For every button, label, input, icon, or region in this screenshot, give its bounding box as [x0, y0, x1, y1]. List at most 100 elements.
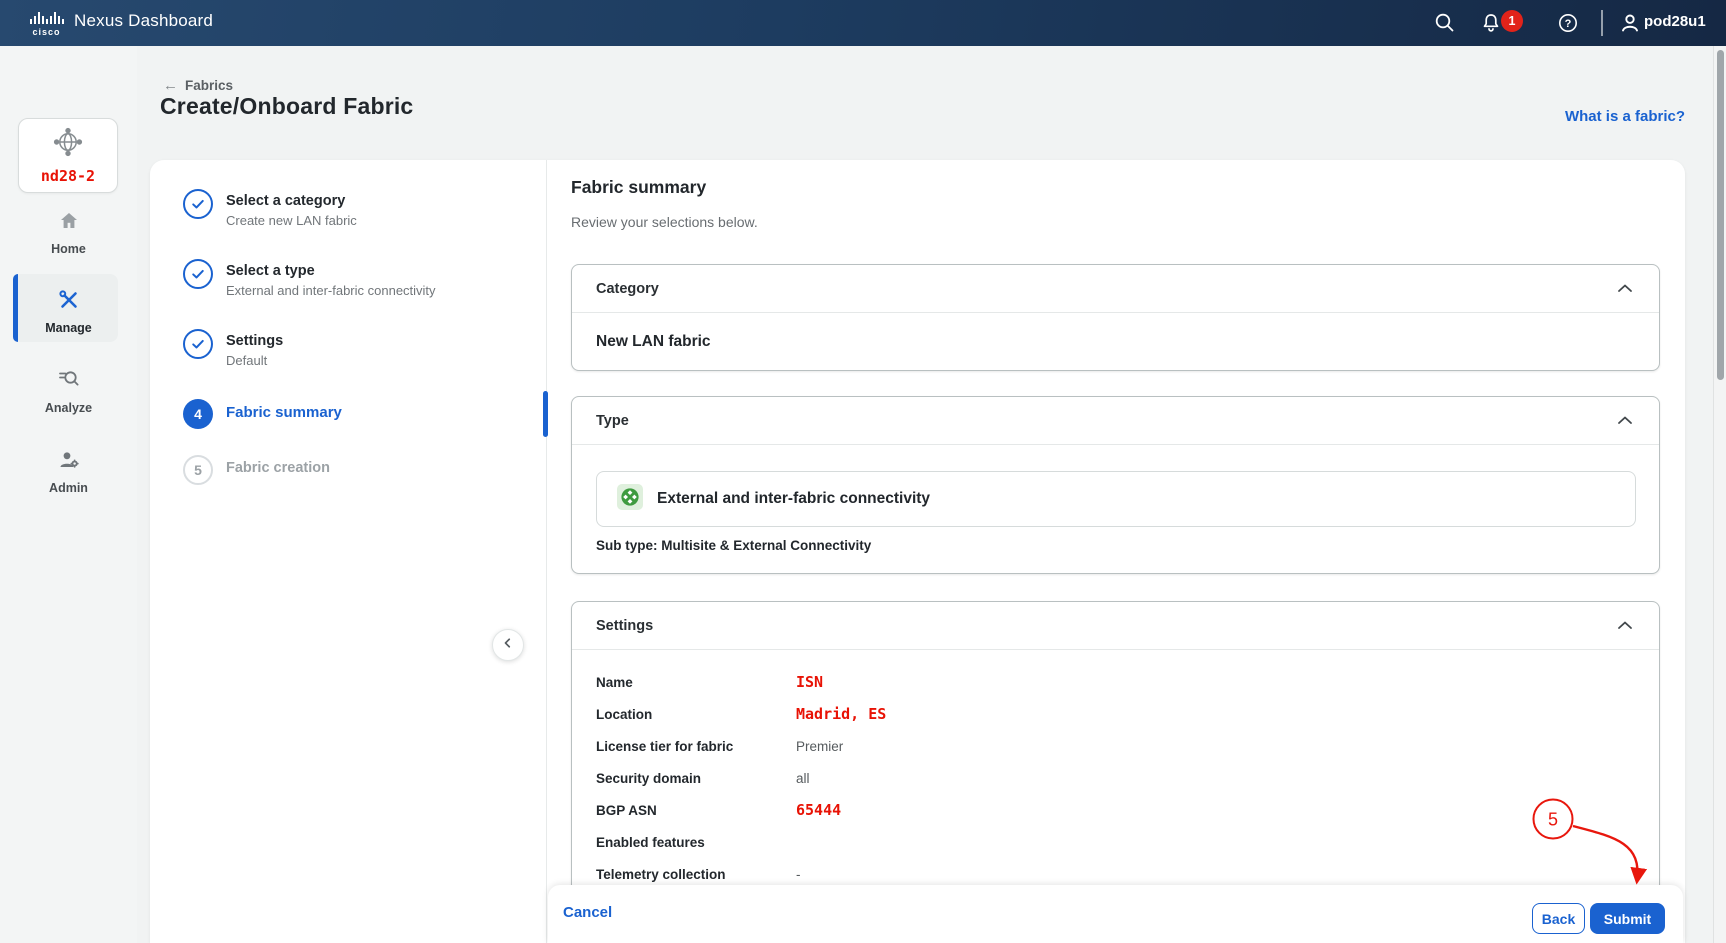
settings-row-bgp-asn: BGP ASN 65444: [596, 794, 1635, 826]
wizard-step-fabric-creation[interactable]: 5 Fabric creation: [183, 455, 330, 485]
cluster-name: nd28-2: [41, 167, 95, 185]
step-number-badge: 5: [183, 455, 213, 485]
setting-label: License tier for fabric: [596, 739, 796, 754]
sidebar-item-analyze[interactable]: Analyze: [0, 368, 137, 415]
sidebar-item-admin[interactable]: Admin: [0, 448, 137, 495]
step-subtitle: Create new LAN fabric: [226, 213, 357, 228]
category-card-title: Category: [596, 281, 659, 297]
admin-icon: [57, 448, 81, 477]
setting-value: ISN: [796, 673, 823, 691]
breadcrumb[interactable]: ← Fabrics: [163, 77, 233, 94]
category-card-header[interactable]: Category: [572, 265, 1659, 313]
settings-row-location: Location Madrid, ES: [596, 698, 1635, 730]
sidebar-item-label: Home: [51, 242, 86, 256]
analyze-icon: [57, 368, 81, 397]
setting-label: BGP ASN: [596, 803, 796, 818]
svg-text:cisco: cisco: [32, 27, 60, 37]
sidebar-item-label: Manage: [45, 321, 92, 335]
subtype-label: Sub type: Multisite & External Connectiv…: [596, 538, 871, 553]
type-card: Type External: [571, 396, 1660, 574]
setting-value: Premier: [796, 739, 843, 754]
wizard-step-select-type[interactable]: Select a type External and inter-fabric …: [183, 259, 436, 298]
username-label[interactable]: pod28u1: [1644, 13, 1706, 30]
app-title: Nexus Dashboard: [74, 11, 213, 31]
what-is-a-fabric-link[interactable]: What is a fabric?: [1565, 108, 1685, 125]
cancel-link[interactable]: Cancel: [563, 904, 612, 921]
settings-card-title: Settings: [596, 618, 653, 634]
fabric-type-icon: [617, 484, 643, 515]
scrollbar-track[interactable]: [1713, 46, 1726, 943]
notifications-bell-icon[interactable]: [1479, 11, 1503, 35]
step-title: Fabric creation: [226, 455, 330, 476]
cluster-icon: [52, 126, 84, 163]
wizard-step-select-category[interactable]: Select a category Create new LAN fabric: [183, 189, 357, 228]
manage-tools-icon: [57, 288, 81, 317]
panel-divider: [546, 160, 547, 943]
summary-heading: Fabric summary: [571, 177, 706, 198]
settings-rows: Name ISN Location Madrid, ES License tie…: [596, 666, 1635, 890]
category-card: Category New LAN fabric: [571, 264, 1660, 371]
chevron-left-icon: [498, 633, 518, 658]
step-subtitle: External and inter-fabric connectivity: [226, 283, 436, 298]
collapse-steps-button[interactable]: [492, 629, 524, 661]
chevron-up-icon[interactable]: [1615, 282, 1635, 296]
type-card-header[interactable]: Type: [572, 397, 1659, 445]
step-number-badge: 4: [183, 399, 213, 429]
check-icon: [183, 259, 213, 289]
sidebar-item-label: Admin: [49, 481, 88, 495]
home-icon: [57, 209, 81, 238]
settings-row-license-tier: License tier for fabric Premier: [596, 730, 1635, 762]
setting-label: Location: [596, 707, 796, 722]
top-header: cisco Nexus Dashboard 1 ?: [0, 0, 1726, 46]
left-nav-rail: nd28-2 Home Manage: [0, 46, 137, 943]
setting-value: -: [796, 867, 801, 882]
notification-badge[interactable]: 1: [1501, 10, 1523, 32]
active-step-indicator: [543, 391, 548, 437]
scrollbar-thumb[interactable]: [1717, 50, 1724, 380]
step-title: Select a category: [226, 189, 357, 209]
nexus-dashboard-app: cisco Nexus Dashboard 1 ?: [0, 0, 1726, 943]
wizard-step-fabric-summary[interactable]: 4 Fabric summary: [183, 399, 342, 429]
svg-text:?: ?: [1565, 18, 1572, 30]
setting-value: Madrid, ES: [796, 705, 886, 723]
cisco-logo-icon: cisco: [27, 9, 67, 42]
submit-button[interactable]: Submit: [1590, 903, 1665, 934]
setting-value: 65444: [796, 801, 841, 819]
type-card-title: Type: [596, 413, 629, 429]
user-icon[interactable]: [1618, 11, 1642, 35]
chevron-up-icon[interactable]: [1615, 619, 1635, 633]
page-title: Create/Onboard Fabric: [160, 93, 413, 120]
breadcrumb-label[interactable]: Fabrics: [185, 78, 233, 93]
step-title: Settings: [226, 329, 283, 349]
check-icon: [183, 329, 213, 359]
chevron-up-icon[interactable]: [1615, 414, 1635, 428]
settings-row-name: Name ISN: [596, 666, 1635, 698]
settings-row-security-domain: Security domain all: [596, 762, 1635, 794]
header-divider: [1601, 10, 1603, 36]
category-value: New LAN fabric: [572, 313, 1659, 371]
step-title: Fabric summary: [226, 399, 342, 421]
sidebar-item-manage[interactable]: Manage: [0, 288, 137, 335]
setting-label: Name: [596, 675, 796, 690]
setting-value: all: [796, 771, 810, 786]
search-icon[interactable]: [1433, 11, 1457, 35]
sidebar-item-home[interactable]: Home: [0, 209, 137, 256]
settings-card-header[interactable]: Settings: [572, 602, 1659, 650]
wizard-step-settings[interactable]: Settings Default: [183, 329, 283, 368]
footer-action-bar: Cancel Back Submit: [548, 885, 1683, 943]
setting-label: Telemetry collection: [596, 867, 796, 882]
help-icon[interactable]: ?: [1556, 11, 1580, 35]
sidebar-item-label: Analyze: [45, 401, 92, 415]
back-arrow-icon: ←: [163, 77, 178, 94]
setting-label: Enabled features: [596, 835, 796, 850]
cluster-selector[interactable]: nd28-2: [18, 118, 118, 193]
back-button[interactable]: Back: [1532, 903, 1585, 934]
setting-label: Security domain: [596, 771, 796, 786]
check-icon: [183, 189, 213, 219]
step-subtitle: Default: [226, 353, 283, 368]
selected-type-tile[interactable]: External and inter-fabric connectivity: [596, 471, 1636, 527]
settings-row-enabled-features: Enabled features: [596, 826, 1635, 858]
step-title: Select a type: [226, 259, 436, 279]
type-value: External and inter-fabric connectivity: [657, 490, 930, 508]
summary-subheading: Review your selections below.: [571, 214, 758, 230]
